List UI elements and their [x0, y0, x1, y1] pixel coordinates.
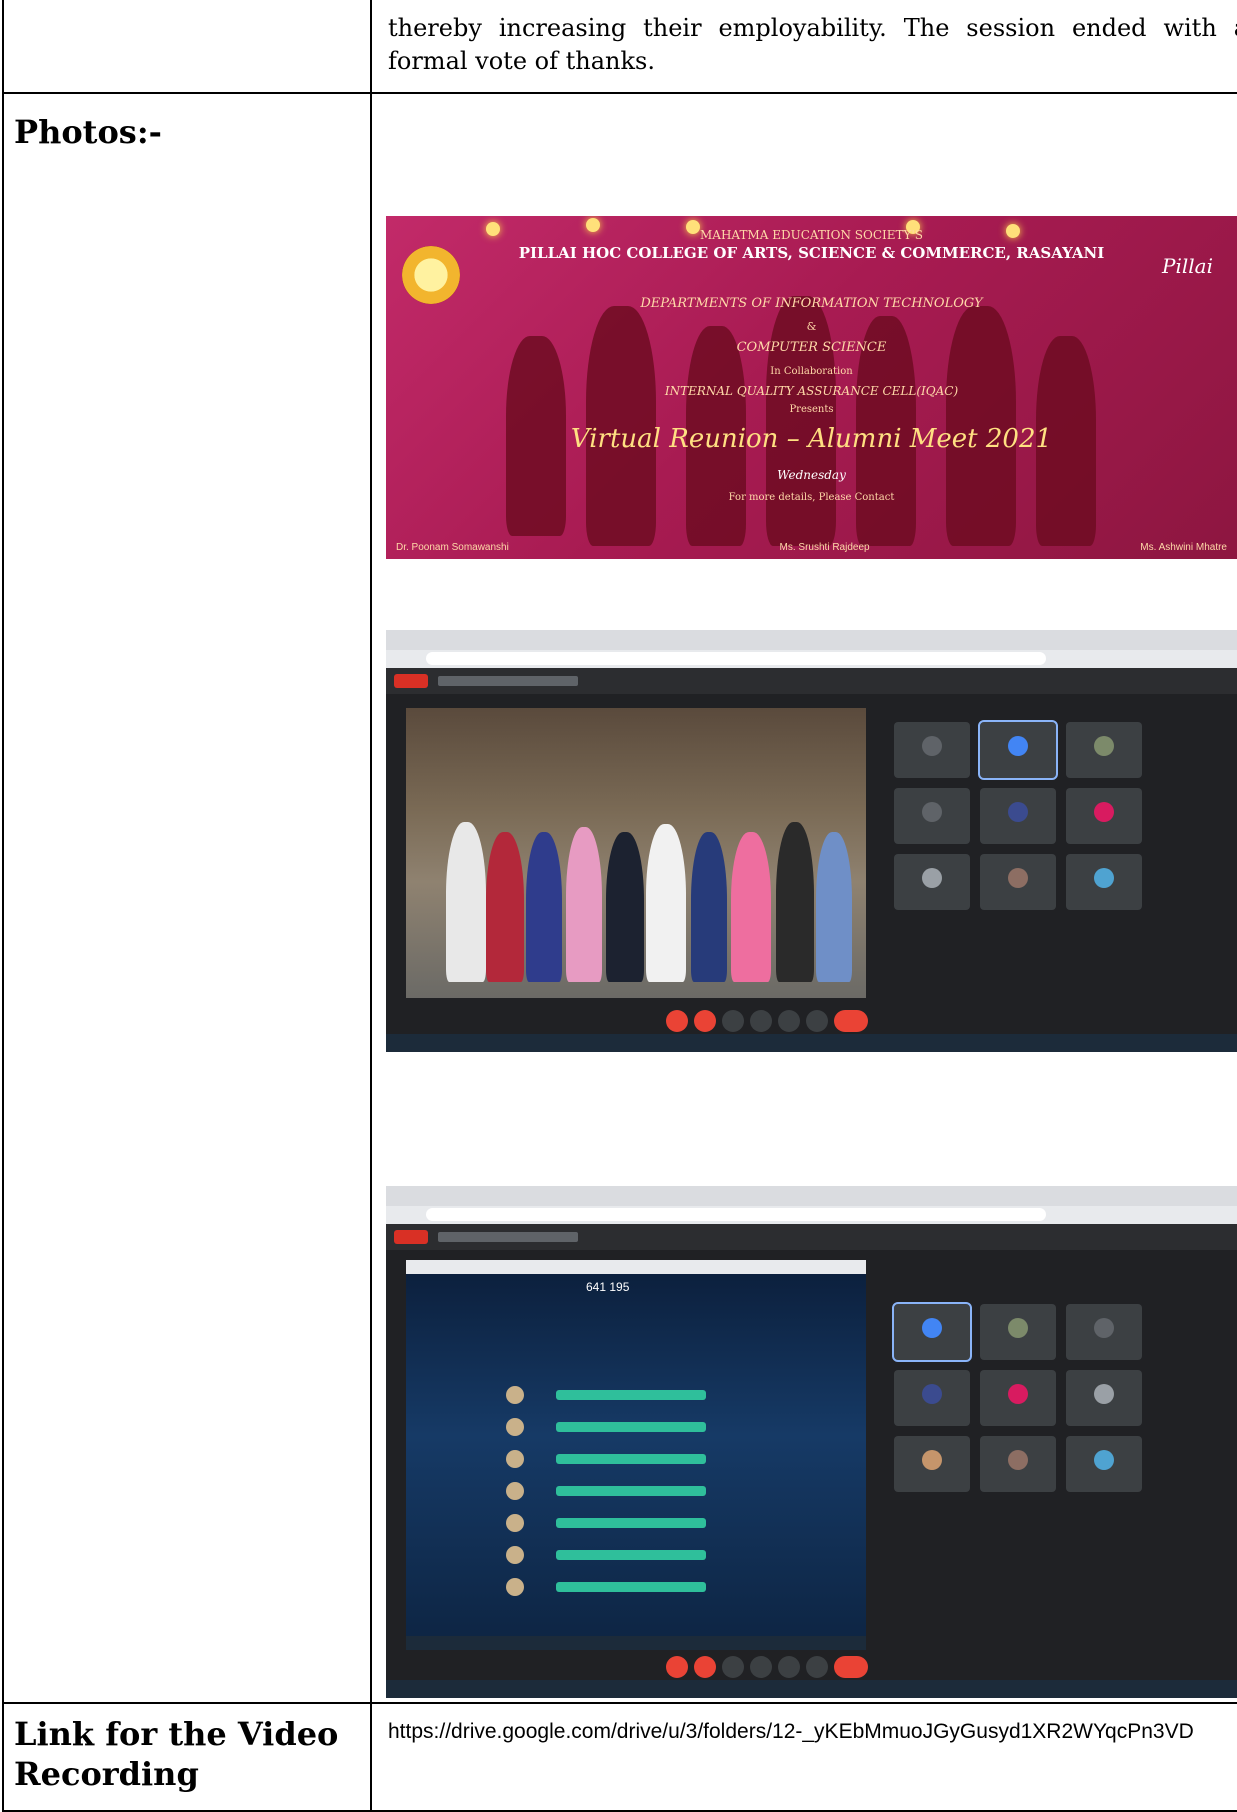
- poster-contact: For more details, Please Contact: [728, 492, 895, 503]
- poster-society: MAHATMA EDUCATION SOCIETY'S: [700, 228, 923, 242]
- poster-contact-3: Ms. Ashwini Mhatre: [1140, 542, 1227, 553]
- poster-day: Wednesday: [777, 468, 846, 482]
- poster-contact-2: Ms. Srushti Rajdeep: [779, 542, 870, 553]
- presentation-bar: [386, 668, 1237, 694]
- poster-presents: Presents: [789, 404, 834, 415]
- poster-dept2: COMPUTER SCIENCE: [736, 340, 887, 355]
- report-table: thereby increasing their employability. …: [2, 0, 1237, 1812]
- event-poster: Pillai MAHATMA EDUCATION SOCIETY'S PILLA…: [386, 216, 1237, 559]
- table-cell-empty: [2, 0, 372, 94]
- poster-collab: In Collaboration: [770, 366, 853, 377]
- description-text: thereby increasing their employability. …: [388, 14, 1237, 75]
- table-cell-link: https://drive.google.com/drive/u/3/folde…: [370, 1702, 1237, 1812]
- poster-iqac: INTERNAL QUALITY ASSURANCE CELL(IQAC): [664, 384, 959, 398]
- poster-and: &: [806, 320, 817, 333]
- meeting-screenshot-1: [386, 630, 1237, 1052]
- table-cell-link-label: Link for the Video Recording: [2, 1702, 372, 1812]
- poster-footer: Dr. Poonam Somawanshi Ms. Srushti Rajdee…: [396, 542, 1227, 553]
- photos-heading: Photos:-: [14, 113, 162, 151]
- browser-chrome: [386, 630, 1237, 668]
- video-recording-link[interactable]: https://drive.google.com/drive/u/3/folde…: [388, 1714, 1228, 1749]
- meeting-screenshot-2: 641 195: [386, 1186, 1237, 1698]
- poster-college: PILLAI HOC COLLEGE OF ARTS, SCIENCE & CO…: [518, 244, 1105, 262]
- leaderboard-score: 641 195: [586, 1280, 630, 1294]
- leaderboard-screen: 641 195: [406, 1260, 866, 1650]
- poster-dept1: DEPARTMENTS OF INFORMATION TECHNOLOGY: [640, 296, 983, 311]
- table-cell-description: thereby increasing their employability. …: [370, 0, 1237, 94]
- table-cell-photos: Pillai MAHATMA EDUCATION SOCIETY'S PILLA…: [370, 92, 1237, 1704]
- table-cell-photos-label: Photos:-: [2, 92, 372, 1704]
- link-heading: Link for the Video Recording: [14, 1715, 339, 1793]
- poster-event-title: Virtual Reunion – Alumni Meet 2021: [570, 424, 1053, 454]
- presented-photo: [406, 708, 866, 998]
- poster-contact-1: Dr. Poonam Somawanshi: [396, 542, 509, 553]
